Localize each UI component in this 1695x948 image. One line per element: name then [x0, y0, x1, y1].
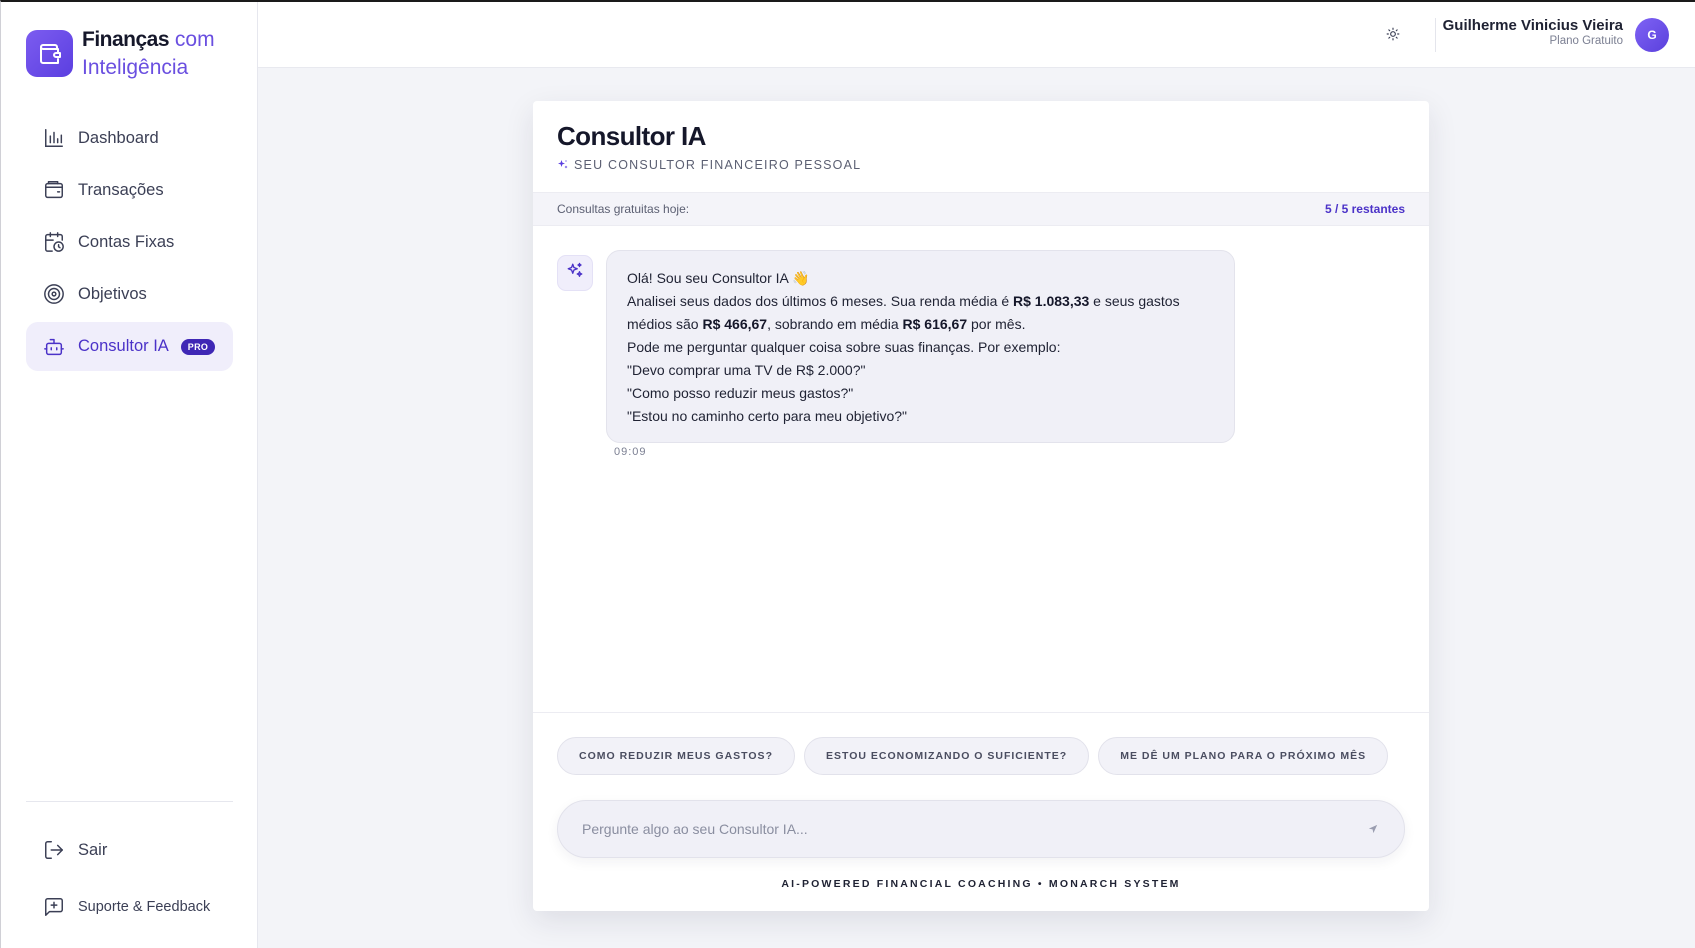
logout-button[interactable]: Sair — [42, 838, 107, 862]
chat-input-container[interactable] — [557, 800, 1405, 858]
sidebar: Finanças com Inteligência Dashboard Tran… — [1, 2, 258, 948]
topbar: Guilherme Vinicius Vieira Plano Gratuito… — [258, 2, 1695, 68]
theme-toggle-button[interactable] — [1381, 24, 1405, 48]
bot-avatar — [557, 255, 593, 291]
pro-badge: PRO — [180, 338, 216, 355]
bar-chart-icon — [42, 126, 66, 150]
calendar-clock-icon — [42, 230, 66, 254]
page-subtitle: SEU CONSULTOR FINANCEIRO PESSOAL — [557, 158, 1405, 172]
sidebar-item-contas-fixas[interactable]: Contas Fixas — [26, 218, 233, 266]
quota-label: Consultas gratuitas hoje: — [557, 202, 690, 216]
brand-name: Finanças com Inteligência — [82, 26, 215, 82]
sidebar-item-label: Dashboard — [78, 128, 159, 147]
message-plus-icon — [42, 895, 66, 919]
sidebar-item-label: Contas Fixas — [78, 232, 175, 251]
sidebar-nav: Dashboard Transações Contas Fixas Objeti… — [26, 114, 233, 375]
topbar-divider — [1435, 18, 1436, 52]
quota-bar: Consultas gratuitas hoje: 5 / 5 restante… — [533, 192, 1429, 226]
message-timestamp: 09:09 — [614, 446, 647, 458]
chat-area[interactable]: Olá! Sou seu Consultor IA 👋 Analisei seu… — [533, 226, 1429, 712]
brand[interactable]: Finanças com Inteligência — [26, 28, 215, 82]
logout-icon — [42, 838, 66, 862]
wallet-logo-icon — [26, 30, 73, 77]
message-example: "Devo comprar uma TV de R$ 2.000?" — [627, 362, 866, 378]
send-icon — [1368, 824, 1378, 834]
sidebar-item-label: Transações — [78, 180, 164, 199]
page-subtitle-text: SEU CONSULTOR FINANCEIRO PESSOAL — [574, 158, 862, 172]
message-text: , sobrando em média — [767, 316, 903, 332]
message-example: "Estou no caminho certo para meu objetiv… — [627, 408, 907, 424]
sidebar-item-label: Objetivos — [78, 284, 147, 303]
sun-icon — [1386, 27, 1400, 46]
send-button[interactable] — [1364, 820, 1382, 838]
consultant-card: Consultor IA SEU CONSULTOR FINANCEIRO PE… — [533, 101, 1429, 911]
page-title: Consultor IA — [557, 121, 706, 151]
surplus-value: R$ 616,67 — [902, 316, 968, 332]
message-example: "Como posso reduzir meus gastos?" — [627, 385, 854, 401]
robot-icon — [42, 335, 66, 359]
message-text: Analisei seus dados dos últimos 6 meses.… — [627, 293, 1013, 309]
sparkles-icon — [557, 159, 569, 171]
brand-name-bold: Finanças — [82, 28, 170, 51]
suggestion-chip[interactable]: ESTOU ECONOMIZANDO O SUFICIENTE? — [803, 737, 1090, 775]
support-label: Suporte & Feedback — [78, 899, 211, 915]
message-summary: Analisei seus dados dos últimos 6 meses.… — [627, 290, 1214, 336]
sidebar-item-label: Consultor IA — [78, 337, 169, 355]
logout-label: Sair — [78, 840, 108, 859]
brand-name-light-2: Inteligência — [82, 56, 189, 79]
composer-section: COMO REDUZIR MEUS GASTOS? ESTOU ECONOMIZ… — [533, 712, 1429, 911]
suggestion-chip[interactable]: ME DÊ UM PLANO PARA O PRÓXIMO MÊS — [1098, 737, 1389, 775]
sidebar-item-transacoes[interactable]: Transações — [26, 166, 233, 214]
sparkles-icon — [566, 262, 584, 285]
chat-input[interactable] — [582, 821, 1364, 837]
user-plan: Plano Gratuito — [1549, 35, 1623, 47]
footer-tagline: AI-POWERED FINANCIAL COACHING • MONARCH … — [781, 878, 1181, 890]
quota-value: 5 / 5 restantes — [1324, 202, 1405, 216]
assistant-message: Olá! Sou seu Consultor IA 👋 Analisei seu… — [606, 250, 1235, 443]
support-feedback-button[interactable]: Suporte & Feedback — [42, 895, 210, 919]
wallet-icon — [42, 178, 66, 202]
sidebar-item-dashboard[interactable]: Dashboard — [26, 114, 233, 162]
message-text: por mês. — [967, 316, 1026, 332]
user-info[interactable]: Guilherme Vinicius Vieira Plano Gratuito — [1443, 17, 1623, 47]
sidebar-item-consultor-ia[interactable]: Consultor IA PRO — [26, 322, 233, 371]
suggestion-chips: COMO REDUZIR MEUS GASTOS? ESTOU ECONOMIZ… — [557, 737, 1397, 775]
user-name: Guilherme Vinicius Vieira — [1442, 17, 1623, 34]
message-greeting: Olá! Sou seu Consultor IA 👋 — [627, 270, 810, 286]
sidebar-item-objetivos[interactable]: Objetivos — [26, 270, 233, 318]
brand-name-light-1: com — [174, 28, 215, 51]
target-icon — [42, 282, 66, 306]
suggestion-chip[interactable]: COMO REDUZIR MEUS GASTOS? — [557, 737, 795, 775]
sidebar-divider — [26, 801, 233, 802]
income-value: R$ 1.083,33 — [1013, 293, 1090, 309]
message-line: Pode me perguntar qualquer coisa sobre s… — [627, 339, 1061, 355]
card-header: Consultor IA SEU CONSULTOR FINANCEIRO PE… — [533, 101, 1429, 192]
avatar[interactable]: G — [1635, 18, 1669, 52]
expenses-value: R$ 466,67 — [702, 316, 768, 332]
